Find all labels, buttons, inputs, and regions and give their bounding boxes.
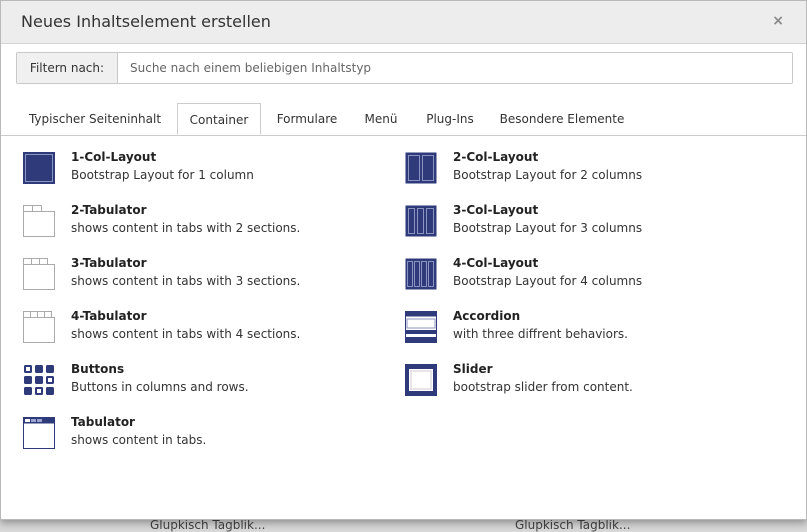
slider-icon (405, 364, 437, 396)
background-text-left: Glupkisch Tagblik... (150, 518, 266, 532)
element-accordion[interactable]: Accordion with three diffrent behaviors. (405, 309, 705, 345)
search-input[interactable] (118, 53, 792, 83)
element-description: shows content in tabs with 4 sections. (71, 327, 301, 341)
element-buttons[interactable]: Buttons Buttons in columns and rows. (23, 362, 323, 398)
element-4-tabulator[interactable]: 4-Tabulator shows content in tabs with 4… (23, 309, 323, 345)
element-name: Accordion (453, 309, 521, 323)
element-description: with three diffrent behaviors. (453, 327, 628, 341)
buttons-grid-icon (24, 365, 54, 395)
tab-menu[interactable]: Menü (357, 103, 405, 135)
tab-typischer-seiteninhalt[interactable]: Typischer Seiteninhalt (21, 103, 169, 135)
tab-container[interactable]: Container (177, 103, 261, 135)
category-tabs: Typischer Seiteninhalt Container Formula… (1, 103, 806, 136)
close-icon[interactable]: × (772, 13, 784, 29)
element-name: Tabulator (71, 415, 135, 429)
element-name: 4-Col-Layout (453, 256, 539, 270)
element-3-col-layout[interactable]: 3-Col-Layout Bootstrap Layout for 3 colu… (405, 203, 705, 239)
element-description: shows content in tabs. (71, 433, 207, 447)
four-col-layout-icon (405, 258, 437, 290)
element-name: 1-Col-Layout (71, 150, 157, 164)
element-tabulator[interactable]: Tabulator shows content in tabs. (23, 415, 323, 451)
element-name: 3-Tabulator (71, 256, 147, 270)
element-2-col-layout[interactable]: 2-Col-Layout Bootstrap Layout for 2 colu… (405, 150, 705, 186)
element-description: Bootstrap Layout for 1 column (71, 168, 254, 182)
one-col-layout-icon (23, 152, 55, 184)
element-2-tabulator[interactable]: 2-Tabulator shows content in tabs with 2… (23, 203, 323, 239)
element-description: shows content in tabs with 2 sections. (71, 221, 301, 235)
three-col-layout-icon (405, 205, 437, 237)
accordion-icon (405, 311, 437, 343)
element-name: Slider (453, 362, 493, 376)
filter-group: Filtern nach: (16, 52, 793, 84)
filter-label: Filtern nach: (17, 53, 118, 83)
element-name: 2-Tabulator (71, 203, 147, 217)
element-1-col-layout[interactable]: 1-Col-Layout Bootstrap Layout for 1 colu… (23, 150, 323, 186)
tab-besondere-elemente[interactable]: Besondere Elemente (495, 103, 629, 135)
element-description: Buttons in columns and rows. (71, 380, 249, 394)
element-name: 2-Col-Layout (453, 150, 539, 164)
element-name: 3-Col-Layout (453, 203, 539, 217)
element-description: Bootstrap Layout for 4 columns (453, 274, 643, 288)
three-tab-icon (23, 258, 55, 290)
element-name: 4-Tabulator (71, 309, 147, 323)
element-description: Bootstrap Layout for 3 columns (453, 221, 643, 235)
two-tab-icon (23, 205, 55, 237)
element-description: Bootstrap Layout for 2 columns (453, 168, 643, 182)
element-description: bootstrap slider from content. (453, 380, 633, 394)
element-3-tabulator[interactable]: 3-Tabulator shows content in tabs with 3… (23, 256, 323, 292)
dialog-header: Neues Inhaltselement erstellen × (1, 1, 806, 44)
four-tab-icon (23, 311, 55, 343)
dialog-title: Neues Inhaltselement erstellen (21, 12, 271, 31)
element-name: Buttons (71, 362, 125, 376)
tab-formulare[interactable]: Formulare (269, 103, 345, 135)
two-col-layout-icon (405, 152, 437, 184)
tab-plug-ins[interactable]: Plug-Ins (415, 103, 485, 135)
new-content-element-dialog: Neues Inhaltselement erstellen × Filtern… (0, 0, 807, 520)
element-slider[interactable]: Slider bootstrap slider from content. (405, 362, 705, 398)
tabulator-icon (23, 417, 55, 449)
element-4-col-layout[interactable]: 4-Col-Layout Bootstrap Layout for 4 colu… (405, 256, 705, 292)
background-text-right: Glupkisch Tagblik... (515, 518, 631, 532)
element-description: shows content in tabs with 3 sections. (71, 274, 301, 288)
